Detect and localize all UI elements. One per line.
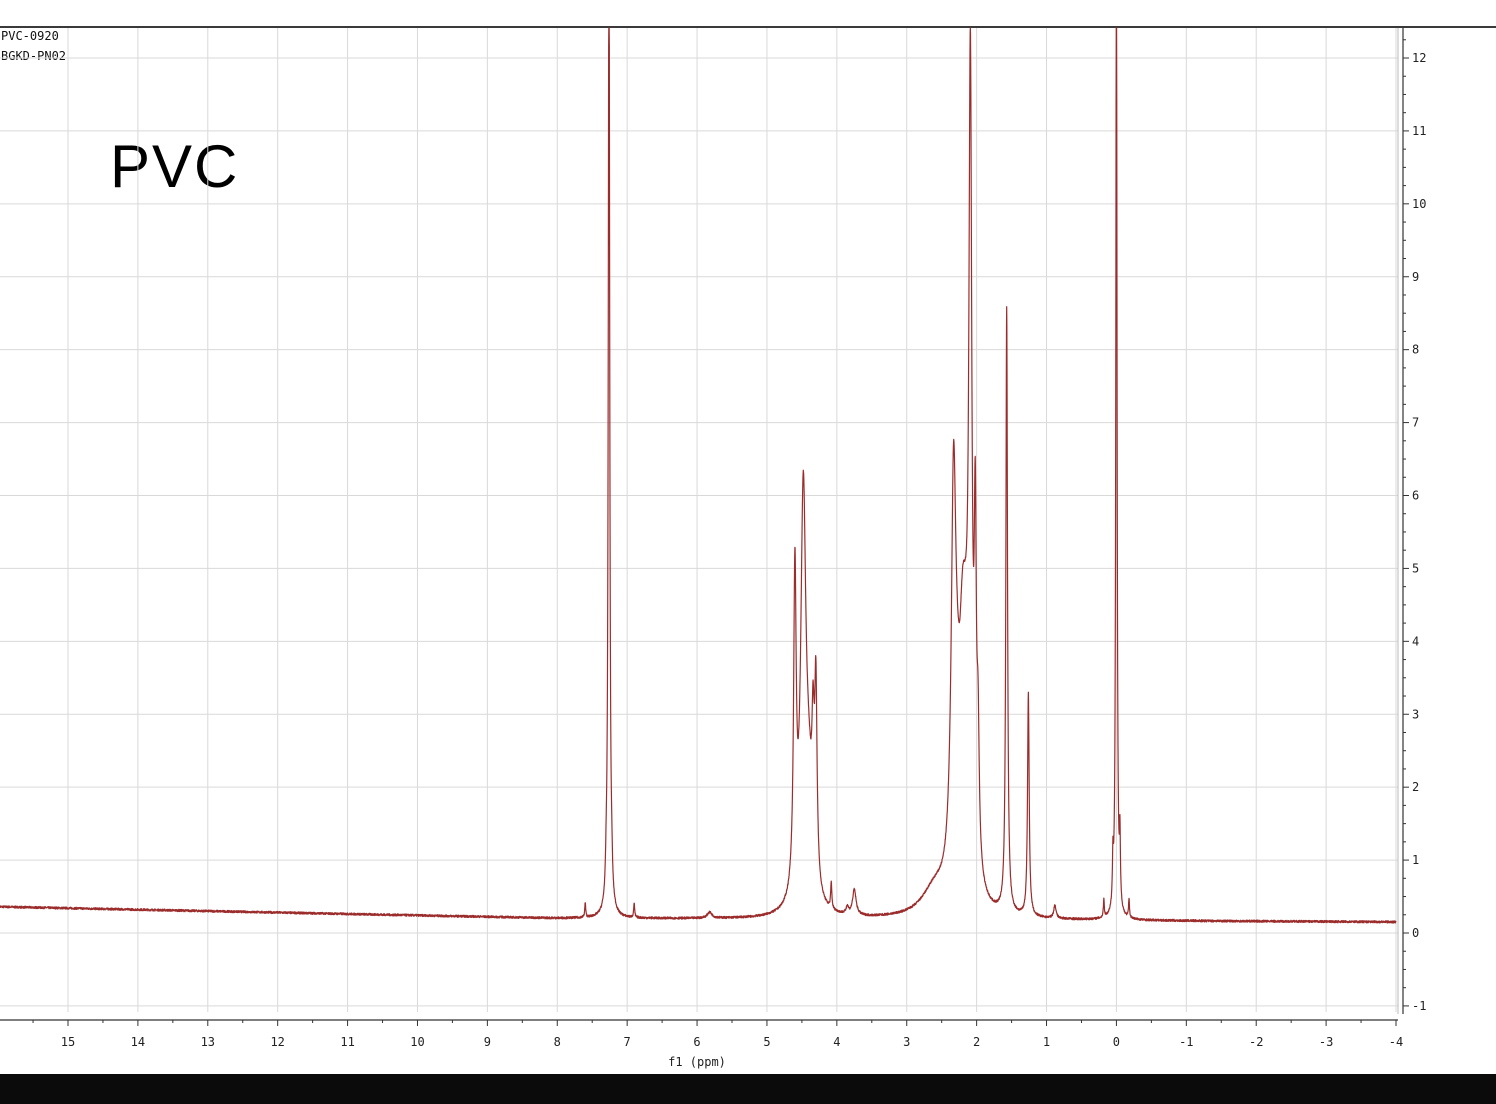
x-tick-label: 7 [624, 1035, 631, 1049]
x-tick-label: -3 [1319, 1035, 1333, 1049]
y-tick-label: 3 [1412, 707, 1419, 721]
window-bottom-bar [0, 1074, 1496, 1104]
nmr-spectrum-window: PVC-0920 BGKD-PN02 PVC 15 14 13 12 11 10 9 8 7 6 5… [0, 0, 1496, 1104]
grid [0, 28, 1398, 1012]
x-tick-label: 9 [484, 1035, 491, 1049]
x-tick-label: 13 [201, 1035, 215, 1049]
y-tick-label: 9 [1412, 270, 1419, 284]
x-tick-label: -2 [1249, 1035, 1263, 1049]
y-tick-label: 8 [1412, 343, 1419, 357]
y-tick-label: 7 [1412, 416, 1419, 430]
y-tick-label: 6 [1412, 489, 1419, 503]
x-tick-label: 8 [554, 1035, 561, 1049]
x-tick-label: -4 [1389, 1035, 1403, 1049]
y-tick-label: 1 [1412, 853, 1419, 867]
x-tick-label: 10 [410, 1035, 424, 1049]
y-tick-label: 2 [1412, 780, 1419, 794]
x-tick-label: 11 [340, 1035, 354, 1049]
x-tick-label: -1 [1179, 1035, 1193, 1049]
x-tick-label: 4 [833, 1035, 840, 1049]
x-axis-label: f1 (ppm) [668, 1055, 726, 1069]
y-tick-label: 5 [1412, 561, 1419, 575]
y-tick-label: 10 [1412, 197, 1426, 211]
x-tick-label: 5 [763, 1035, 770, 1049]
x-tick-label: 12 [270, 1035, 284, 1049]
spectrum-plot[interactable]: 15 14 13 12 11 10 9 8 7 6 5 4 3 2 1 0 -1 -2 -3 -4 121110987… [0, 0, 1496, 1104]
y-tick-label: 0 [1412, 926, 1419, 940]
x-tick-label: 6 [693, 1035, 700, 1049]
y-tick-label: 12 [1412, 51, 1426, 65]
y-tick-label: -1 [1412, 999, 1426, 1013]
y-tick-label: 4 [1412, 634, 1419, 648]
x-tick-label: 1 [1043, 1035, 1050, 1049]
x-tick-label: 3 [903, 1035, 910, 1049]
x-tick-label: 2 [973, 1035, 980, 1049]
axes [0, 28, 1404, 1021]
x-tick-label: 14 [131, 1035, 145, 1049]
y-tick-label: 11 [1412, 124, 1426, 138]
y-axis-ticks: 1211109876543210-1 [1403, 39, 1426, 1013]
x-tick-label: 0 [1113, 1035, 1120, 1049]
x-tick-label: 15 [61, 1035, 75, 1049]
x-axis-ticks: 15 14 13 12 11 10 9 8 7 6 5 4 3 2 1 0 -1 -2 -3 -4 [32, 1020, 1403, 1049]
